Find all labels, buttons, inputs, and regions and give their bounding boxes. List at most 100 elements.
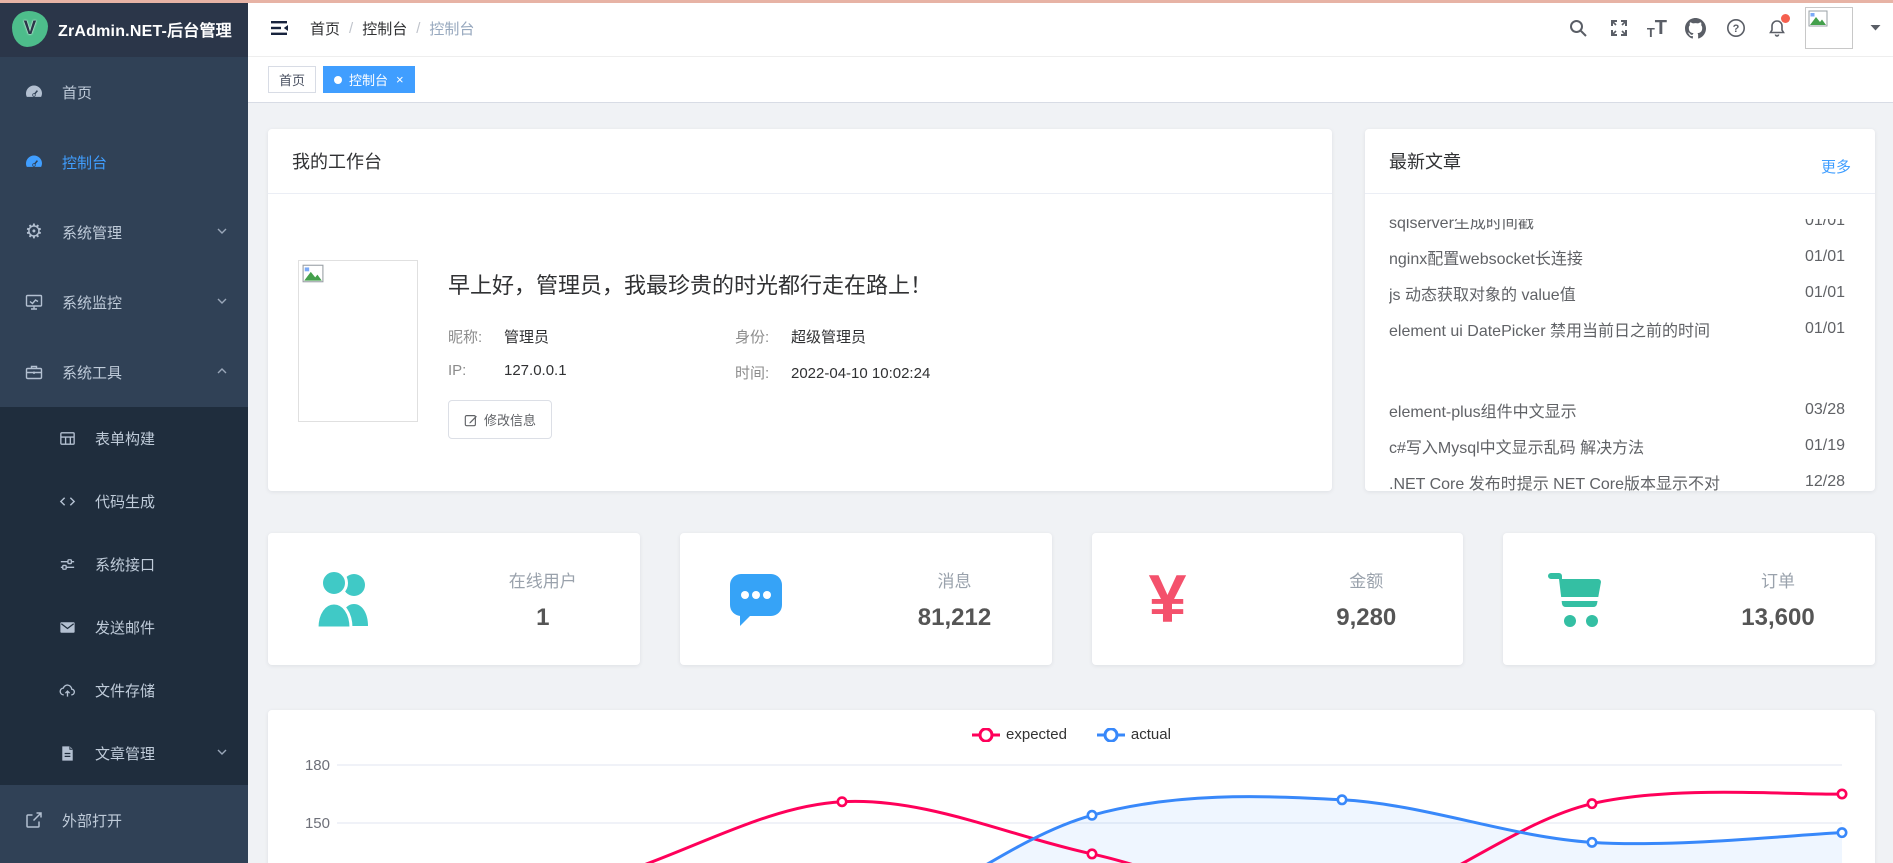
sliders-icon [56, 554, 78, 576]
line-chart-card: expected actual 180150 [268, 710, 1875, 863]
top-loading-strip [0, 0, 1893, 3]
breadcrumb: 首页 / 控制台 / 控制台 [310, 18, 474, 39]
sidebar-item-send-mail[interactable]: 发送邮件 [0, 596, 248, 659]
stat-card-orders[interactable]: 订单 13,600 [1503, 533, 1875, 665]
svg-text:?: ? [1733, 23, 1740, 35]
sidebar-item-system-monitor[interactable]: 系统监控 [0, 267, 248, 337]
cloud-upload-icon [56, 680, 78, 702]
stat-card-amount[interactable]: ¥ 金额 9,280 [1092, 533, 1464, 665]
github-icon[interactable] [1682, 15, 1708, 41]
sidebar-item-label: 系统管理 [62, 222, 122, 243]
latest-articles-card: 最新文章 更多 sqlserver生成时间戳01/01 nginx配置webso… [1365, 129, 1875, 491]
stat-text: 在线用户 1 [488, 567, 598, 632]
stat-card-messages[interactable]: 消息 81,212 [680, 533, 1052, 665]
font-size-icon[interactable]: TT [1647, 17, 1667, 40]
legend-item-expected[interactable]: expected [972, 726, 1067, 743]
sidebar-item-label: 系统监控 [62, 292, 122, 313]
stat-label: 在线用户 [488, 567, 598, 592]
sidebar-item-label: 系统工具 [62, 362, 122, 383]
sidebar-item-label: 系统接口 [95, 554, 155, 575]
stat-card-online-users[interactable]: 在线用户 1 [268, 533, 640, 665]
chart-row: expected actual 180150 [268, 710, 1875, 863]
edit-icon [464, 413, 478, 427]
help-icon[interactable]: ? [1723, 15, 1749, 41]
navbar-actions: TT ? [1565, 7, 1881, 49]
money-yen-icon: ¥ [1132, 565, 1204, 633]
articles-list: sqlserver生成时间戳01/01 nginx配置websocket长连接0… [1365, 219, 1875, 491]
active-dot [334, 76, 342, 84]
breadcrumb-current: 控制台 [429, 18, 474, 39]
sidebar-item-system-api[interactable]: 系统接口 [0, 533, 248, 596]
shopping-cart-icon [1543, 569, 1615, 629]
sidebar-item-external-open[interactable]: 外部打开 [0, 785, 248, 855]
article-row[interactable]: element-plus组件中文显示03/28 [1389, 392, 1845, 428]
sidebar-logo[interactable]: V ZrAdmin.NET-后台管理 [0, 0, 248, 57]
message-icon [720, 570, 792, 628]
sidebar-item-console[interactable]: 控制台 [0, 127, 248, 197]
dashboard-icon [23, 81, 45, 103]
avatar[interactable] [1805, 7, 1853, 49]
chevron-down-icon [216, 224, 228, 241]
article-row[interactable]: element ui DatePicker 禁用当前日之前的时间01/01 [1389, 311, 1845, 347]
bell-icon[interactable] [1764, 15, 1790, 41]
stats-row: 在线用户 1 消息 81,212 ¥ 金额 9,280 [268, 533, 1875, 665]
sidebar-item-article-manage[interactable]: 文章管理 [0, 722, 248, 785]
table-icon [56, 428, 78, 450]
svg-text:150: 150 [305, 815, 330, 832]
chevron-down-icon [216, 745, 228, 762]
sidebar-item-home[interactable]: 首页 [0, 57, 248, 127]
stat-label: 金额 [1311, 567, 1421, 592]
chart-legend: expected actual [268, 726, 1875, 743]
role-field: 身份:超级管理员 [735, 326, 932, 347]
code-icon [56, 491, 78, 513]
sidebar-item-file-storage[interactable]: 文件存储 [0, 659, 248, 722]
breadcrumb-console[interactable]: 控制台 [362, 18, 407, 39]
article-row[interactable]: js 动态获取对象的 value值01/01 [1389, 275, 1845, 311]
chevron-up-icon [216, 364, 228, 381]
tag-console[interactable]: 控制台 × [323, 66, 415, 93]
sidebar-item-label: 外部打开 [62, 810, 122, 831]
document-icon [56, 743, 78, 765]
gear-icon: ⚙ [23, 221, 45, 243]
article-row[interactable]: .NET Core 发布时提示 NET Core版本显示不对12/28 [1389, 464, 1845, 491]
navbar: 首页 / 控制台 / 控制台 TT ? [248, 0, 1893, 57]
sidebar: V ZrAdmin.NET-后台管理 首页 控制台 ⚙ 系统管理 [0, 0, 248, 863]
close-icon[interactable]: × [396, 72, 404, 87]
monitor-icon [23, 291, 45, 313]
article-row[interactable]: c#写入Mysql中文显示乱码 解决方法01/19 [1389, 428, 1845, 464]
stat-text: 订单 13,600 [1723, 567, 1833, 632]
stat-text: 金额 9,280 [1311, 567, 1421, 632]
article-row[interactable]: sqlserver生成时间戳01/01 [1389, 219, 1845, 239]
chevron-down-icon [216, 294, 228, 311]
sidebar-item-form-builder[interactable]: 表单构建 [0, 407, 248, 470]
sidebar-collapse-icon[interactable] [262, 11, 296, 45]
caret-down-icon[interactable] [1870, 19, 1881, 37]
legend-item-actual[interactable]: actual [1097, 726, 1171, 743]
fullscreen-icon[interactable] [1606, 15, 1632, 41]
page-content: 我的工作台 早上好，管理员，我最珍贵的时光都行走在路上！ 昵称:管理员 [248, 103, 1893, 863]
legend-marker [1097, 728, 1125, 742]
article-list-gap [1389, 347, 1845, 392]
sidebar-menu: 首页 控制台 ⚙ 系统管理 系统监控 [0, 57, 248, 855]
sidebar-item-label: 控制台 [62, 152, 107, 173]
sidebar-item-label: 文章管理 [95, 743, 155, 764]
notification-badge [1781, 14, 1790, 23]
sidebar-item-system-tools[interactable]: 系统工具 [0, 337, 248, 407]
sidebar-item-system-manage[interactable]: ⚙ 系统管理 [0, 197, 248, 267]
more-link[interactable]: 更多 [1821, 156, 1851, 177]
sidebar-item-code-gen[interactable]: 代码生成 [0, 470, 248, 533]
ip-field: IP:127.0.0.1 [448, 362, 735, 383]
tag-home[interactable]: 首页 [268, 66, 316, 93]
peoples-icon [308, 568, 380, 630]
breadcrumb-home[interactable]: 首页 [310, 18, 340, 39]
workbench-body: 早上好，管理员，我最珍贵的时光都行走在路上！ 昵称:管理员 身份:超级管理员 I… [268, 194, 1332, 439]
search-icon[interactable] [1565, 15, 1591, 41]
article-row[interactable]: nginx配置websocket长连接01/01 [1389, 239, 1845, 275]
stat-text: 消息 81,212 [900, 567, 1010, 632]
stat-label: 订单 [1723, 567, 1833, 592]
workbench-card: 我的工作台 早上好，管理员，我最珍贵的时光都行走在路上！ 昵称:管理员 [268, 129, 1332, 491]
edit-info-button[interactable]: 修改信息 [448, 400, 552, 439]
briefcase-icon [23, 361, 45, 383]
tag-label: 控制台 [349, 70, 388, 89]
envelope-icon [56, 617, 78, 639]
